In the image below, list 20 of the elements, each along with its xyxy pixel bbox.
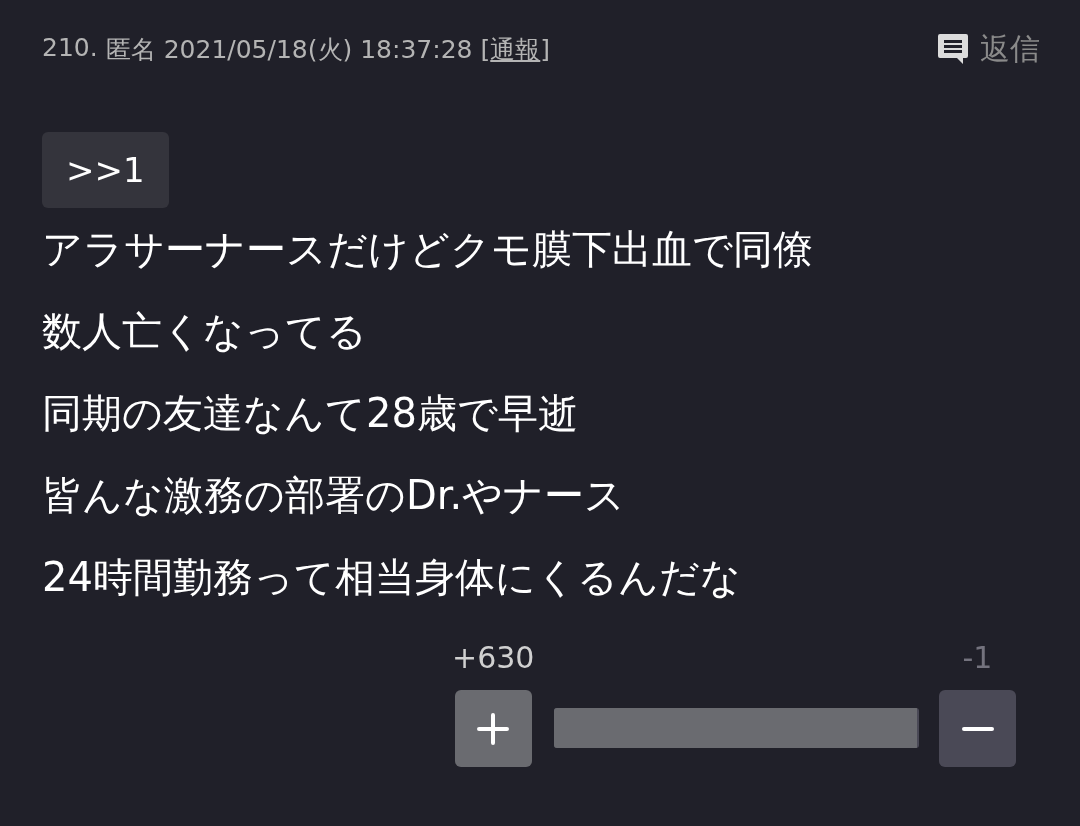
post-number: 210. — [42, 32, 98, 64]
reply-button[interactable]: 返信 — [936, 28, 1040, 70]
upvote-count: +630 — [452, 640, 535, 676]
bracket: ] — [540, 34, 551, 64]
comment-icon — [936, 32, 970, 66]
post-text-line: 同期の友達なんて28歳で早逝 — [42, 389, 579, 438]
downvote-button[interactable] — [939, 690, 1016, 767]
post-text-line: 皆んな激務の部署のDr.やナース — [42, 471, 627, 520]
downvote-count: -1 — [962, 640, 993, 676]
post-text-line: 数人亡くなってる — [42, 307, 368, 356]
upvote-button[interactable] — [454, 690, 532, 767]
bracket: [ — [480, 34, 491, 64]
post-text-line: アラサーナースだけどクモ膜下出血で同僚 — [42, 225, 814, 274]
poster-name: 匿名 — [105, 33, 156, 66]
anchor-link[interactable]: >>1 — [42, 132, 169, 208]
minus-icon — [961, 726, 994, 731]
report-link[interactable]: 通報 — [490, 34, 541, 64]
post-datetime: 2021/05/18(火) 18:37:28 — [163, 33, 473, 66]
post-text-line: 24時間勤務って相当身体にくるんだな — [42, 553, 742, 602]
plus-icon — [476, 711, 511, 746]
